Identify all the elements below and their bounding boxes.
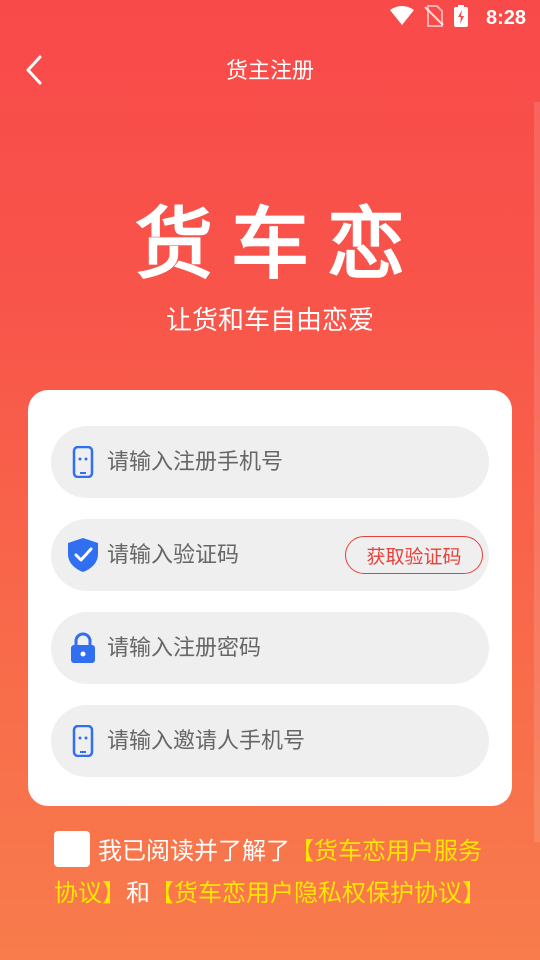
get-code-button[interactable]: 获取验证码 [345, 536, 483, 574]
agreement: 我已阅读并了解了【货车恋用户服务协议】和【货车恋用户隐私权保护协议】 [54, 830, 494, 914]
password-field[interactable] [51, 612, 489, 684]
page-title: 货主注册 [225, 59, 314, 84]
lock-icon [65, 628, 101, 668]
inviter-phone-input[interactable] [107, 705, 489, 777]
privacy-agreement-link[interactable]: 【货车恋用户隐私权保护协议】 [150, 879, 486, 907]
agreement-prefix: 我已阅读并了解了 [98, 837, 290, 865]
chevron-left-icon [26, 55, 42, 85]
title-bar: 货主注册 [0, 36, 540, 102]
registration-form-card: 获取验证码 [28, 390, 512, 806]
phone-input[interactable] [107, 426, 489, 498]
status-time: 8:28 [485, 6, 526, 29]
password-input[interactable] [107, 612, 489, 684]
phone-icon [65, 721, 101, 761]
inviter-phone-field[interactable] [51, 705, 489, 777]
status-icons: 8:28 [389, 5, 526, 31]
agreement-connector: 和 [126, 879, 150, 907]
wifi-icon [389, 6, 414, 30]
battery-charging-icon [453, 5, 468, 31]
phone-field[interactable] [51, 426, 489, 498]
verification-code-field[interactable]: 获取验证码 [51, 519, 489, 591]
phone-icon [65, 442, 101, 482]
shield-check-icon [65, 535, 101, 575]
brand-slogan: 让货和车自由恋爱 [165, 306, 374, 336]
no-sim-icon [424, 5, 444, 31]
brand-name: 货车恋 [134, 200, 423, 290]
agreement-checkbox[interactable] [54, 831, 90, 867]
back-button[interactable] [14, 50, 54, 90]
status-bar: 8:28 [0, 0, 540, 36]
